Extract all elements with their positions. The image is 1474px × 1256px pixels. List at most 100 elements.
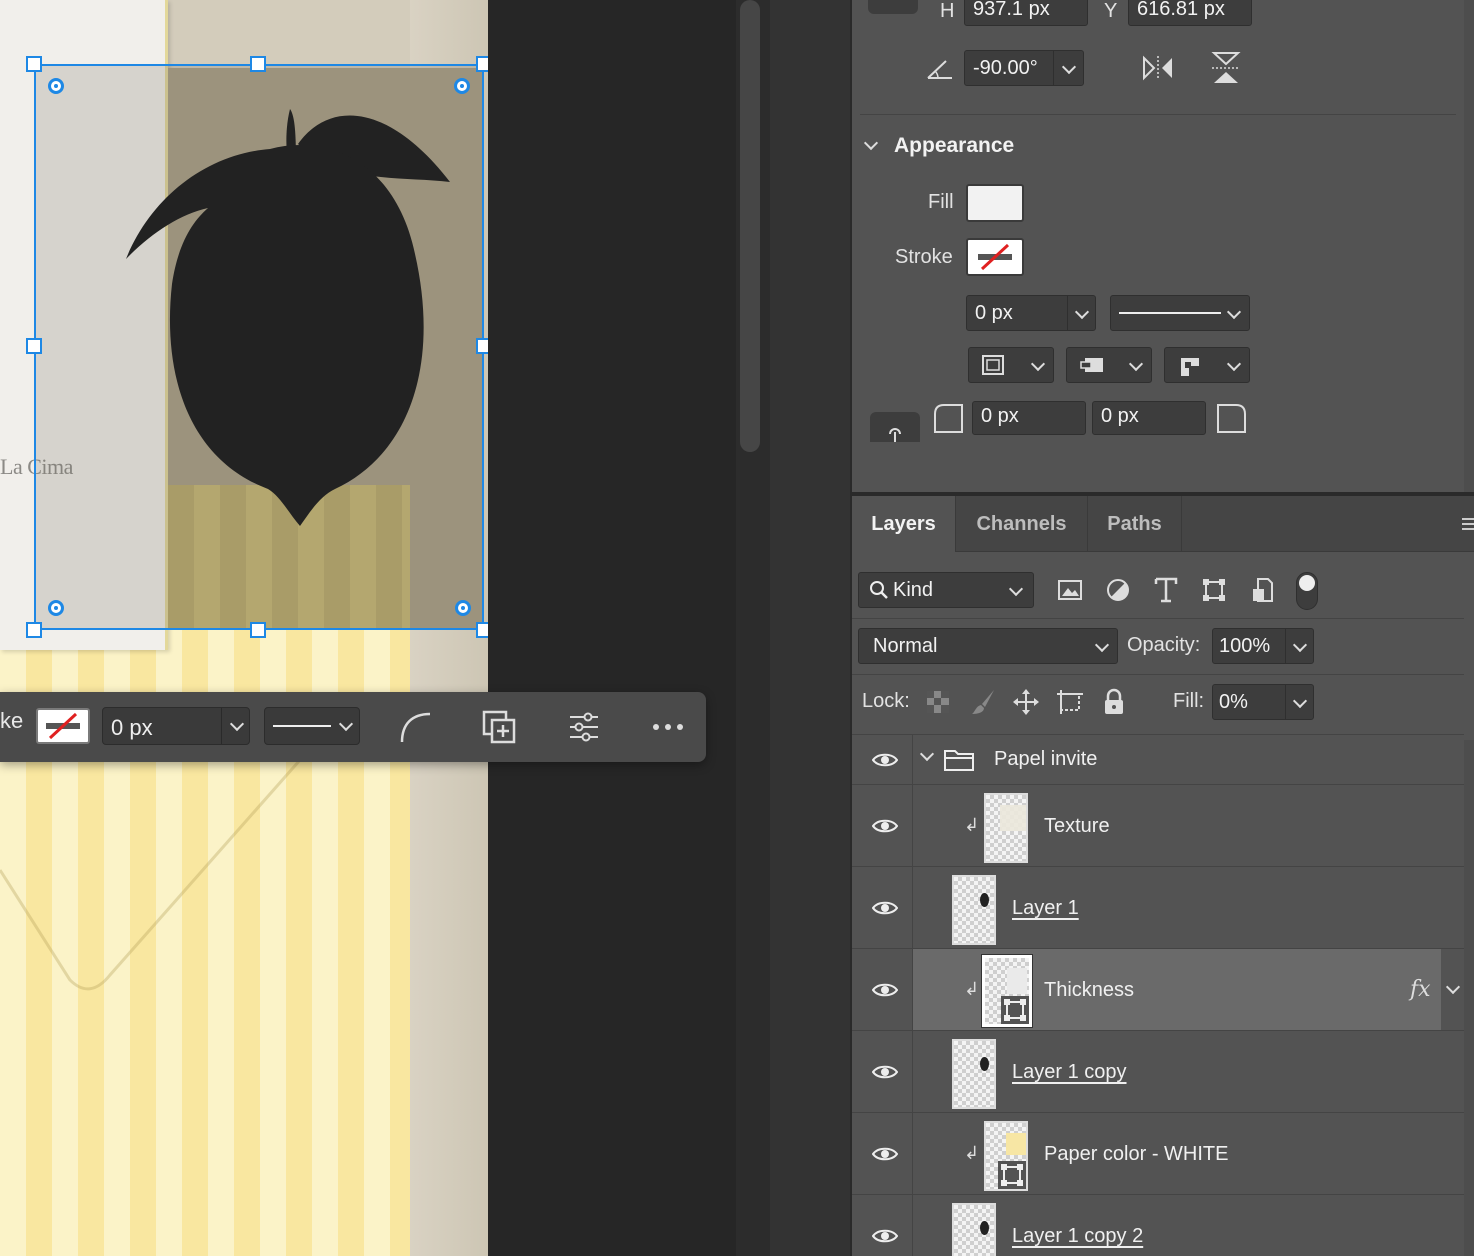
visibility-eye-icon[interactable] xyxy=(872,818,898,834)
filter-adjustment-layers-icon[interactable] xyxy=(1106,578,1130,602)
opacity-input[interactable]: 100% xyxy=(1212,628,1314,664)
lock-transparent-pixels-icon[interactable] xyxy=(926,690,950,714)
more-options-icon[interactable] xyxy=(652,722,684,732)
layer-row-selected[interactable]: ↲ Thickness fx xyxy=(852,948,1464,1031)
y-position-input[interactable]: 616.81 px xyxy=(1128,0,1252,26)
corner-radius-handle[interactable] xyxy=(48,600,64,616)
corner-radius-handle[interactable] xyxy=(48,78,64,94)
filter-type-layers-icon[interactable] xyxy=(1154,577,1178,603)
transform-handle-bottom-left[interactable] xyxy=(26,622,42,638)
layer-name[interactable]: Layer 1 copy 2 xyxy=(1012,1225,1143,1248)
layer-thumbnail xyxy=(952,1039,996,1109)
adjustments-sliders-icon[interactable] xyxy=(568,712,600,742)
stroke-corners-dropdown[interactable] xyxy=(1164,347,1250,383)
clipping-mask-arrow-icon: ↲ xyxy=(964,1143,980,1163)
transform-handle-bottom[interactable] xyxy=(250,622,266,638)
artboard[interactable]: La Cima xyxy=(0,0,488,1256)
solid-line-icon xyxy=(273,725,331,727)
corner-rounding-icon[interactable] xyxy=(398,710,432,744)
lock-artboard-icon[interactable] xyxy=(1056,688,1084,716)
filter-toggle-switch[interactable] xyxy=(1296,572,1318,610)
document-canvas[interactable]: La Cima ke 0 px xyxy=(0,0,736,1256)
layers-scrollbar[interactable] xyxy=(1464,740,1474,1256)
transform-handle-right[interactable] xyxy=(476,338,488,354)
taskbar-stroke-swatch[interactable] xyxy=(36,708,90,744)
layer-row[interactable]: Layer 1 copy xyxy=(852,1030,1464,1112)
layer-filter-kind-dropdown[interactable]: Kind xyxy=(858,572,1034,608)
transform-handle-top-left[interactable] xyxy=(26,56,42,72)
effects-expand-chevron[interactable] xyxy=(1445,979,1461,995)
stroke-align-dropdown[interactable] xyxy=(968,347,1054,383)
layer-thumbnail xyxy=(984,1121,1028,1191)
layer-row-group[interactable]: Papel invite xyxy=(852,734,1464,784)
visibility-eye-icon[interactable] xyxy=(872,900,898,916)
corner-radius-handle[interactable] xyxy=(454,78,470,94)
layer-effects-fx-icon[interactable]: fx xyxy=(1410,977,1431,1002)
height-input[interactable]: 937.1 px xyxy=(964,0,1088,26)
appearance-section-title[interactable]: Appearance xyxy=(894,134,1014,158)
transform-handle-top[interactable] xyxy=(250,56,266,72)
vector-shape-badge-icon xyxy=(998,1161,1026,1189)
tab-layers[interactable]: Layers xyxy=(852,496,956,552)
stroke-label: Stroke xyxy=(895,246,953,268)
layer-name[interactable]: Papel invite xyxy=(994,748,1097,771)
fill-color-swatch[interactable] xyxy=(966,184,1024,222)
chevron-down-icon xyxy=(1094,637,1110,653)
filter-smart-objects-icon[interactable] xyxy=(1252,577,1274,603)
canvas-scrollbar-thumb[interactable] xyxy=(740,0,760,452)
lock-image-pixels-icon[interactable] xyxy=(970,688,998,716)
clipping-mask-arrow-icon: ↲ xyxy=(964,979,980,999)
corner-radius-top-right-input[interactable]: 0 px xyxy=(1092,401,1206,435)
taskbar-stroke-label: ke xyxy=(0,708,24,733)
no-stroke-icon xyxy=(978,243,1012,271)
fill-opacity-input[interactable]: 0% xyxy=(1212,684,1314,720)
corner-radius-handle[interactable] xyxy=(455,600,471,616)
chevron-down-icon xyxy=(1061,59,1077,75)
lock-position-icon[interactable] xyxy=(1012,688,1040,716)
chevron-down-icon xyxy=(1128,356,1144,372)
stroke-width-input[interactable]: 0 px xyxy=(966,295,1096,331)
lemon-thumbnail-icon xyxy=(980,893,989,907)
properties-scrollbar[interactable] xyxy=(1464,0,1474,492)
group-expand-chevron[interactable] xyxy=(919,746,935,762)
link-corners-button[interactable] xyxy=(870,412,920,442)
visibility-eye-icon[interactable] xyxy=(872,752,898,768)
flip-vertical-icon[interactable] xyxy=(1210,50,1242,86)
layer-row[interactable]: Layer 1 xyxy=(852,866,1464,948)
blend-mode-dropdown[interactable]: Normal xyxy=(858,628,1118,664)
add-shape-icon[interactable] xyxy=(482,710,518,746)
layer-row[interactable]: ↲ Texture xyxy=(852,784,1464,866)
line-cap-icon xyxy=(1080,358,1103,372)
stroke-caps-dropdown[interactable] xyxy=(1066,347,1152,383)
transform-handle-left[interactable] xyxy=(26,338,42,354)
lock-all-icon[interactable] xyxy=(1102,688,1126,716)
layer-name[interactable]: Layer 1 copy xyxy=(1012,1061,1127,1084)
layer-name[interactable]: Paper color - WHITE xyxy=(1044,1143,1228,1166)
visibility-eye-icon[interactable] xyxy=(872,1064,898,1080)
lemon-thumbnail-icon xyxy=(980,1057,989,1071)
stroke-color-swatch[interactable] xyxy=(966,238,1024,276)
tab-paths[interactable]: Paths xyxy=(1088,496,1182,552)
visibility-eye-icon[interactable] xyxy=(872,1146,898,1162)
tab-channels[interactable]: Channels xyxy=(956,496,1088,552)
transform-handle-top-right[interactable] xyxy=(476,56,488,72)
visibility-eye-icon[interactable] xyxy=(872,1228,898,1244)
taskbar-stroke-size[interactable]: 0 px xyxy=(102,707,250,745)
flip-horizontal-icon[interactable] xyxy=(1140,54,1176,82)
stroke-type-dropdown[interactable] xyxy=(1110,295,1250,331)
layer-name[interactable]: Texture xyxy=(1044,815,1110,838)
corner-radius-top-left-input[interactable]: 0 px xyxy=(972,401,1086,435)
filter-pixel-layers-icon[interactable] xyxy=(1056,578,1084,602)
visibility-eye-icon[interactable] xyxy=(872,982,898,998)
filter-shape-layers-icon[interactable] xyxy=(1202,578,1226,602)
layer-name[interactable]: Layer 1 xyxy=(1012,897,1079,920)
layer-name[interactable]: Thickness xyxy=(1044,979,1134,1002)
transform-bounding-box[interactable] xyxy=(34,64,484,630)
angle-input[interactable]: -90.00° xyxy=(964,50,1084,86)
layer-row[interactable]: Layer 1 copy 2 xyxy=(852,1194,1464,1256)
taskbar-stroke-style[interactable] xyxy=(264,707,360,745)
layer-row[interactable]: ↲ Paper color - WHITE xyxy=(852,1112,1464,1194)
panel-menu-icon[interactable] xyxy=(1462,516,1474,532)
link-dimensions-button[interactable] xyxy=(868,0,918,14)
transform-handle-bottom-right[interactable] xyxy=(476,622,488,638)
